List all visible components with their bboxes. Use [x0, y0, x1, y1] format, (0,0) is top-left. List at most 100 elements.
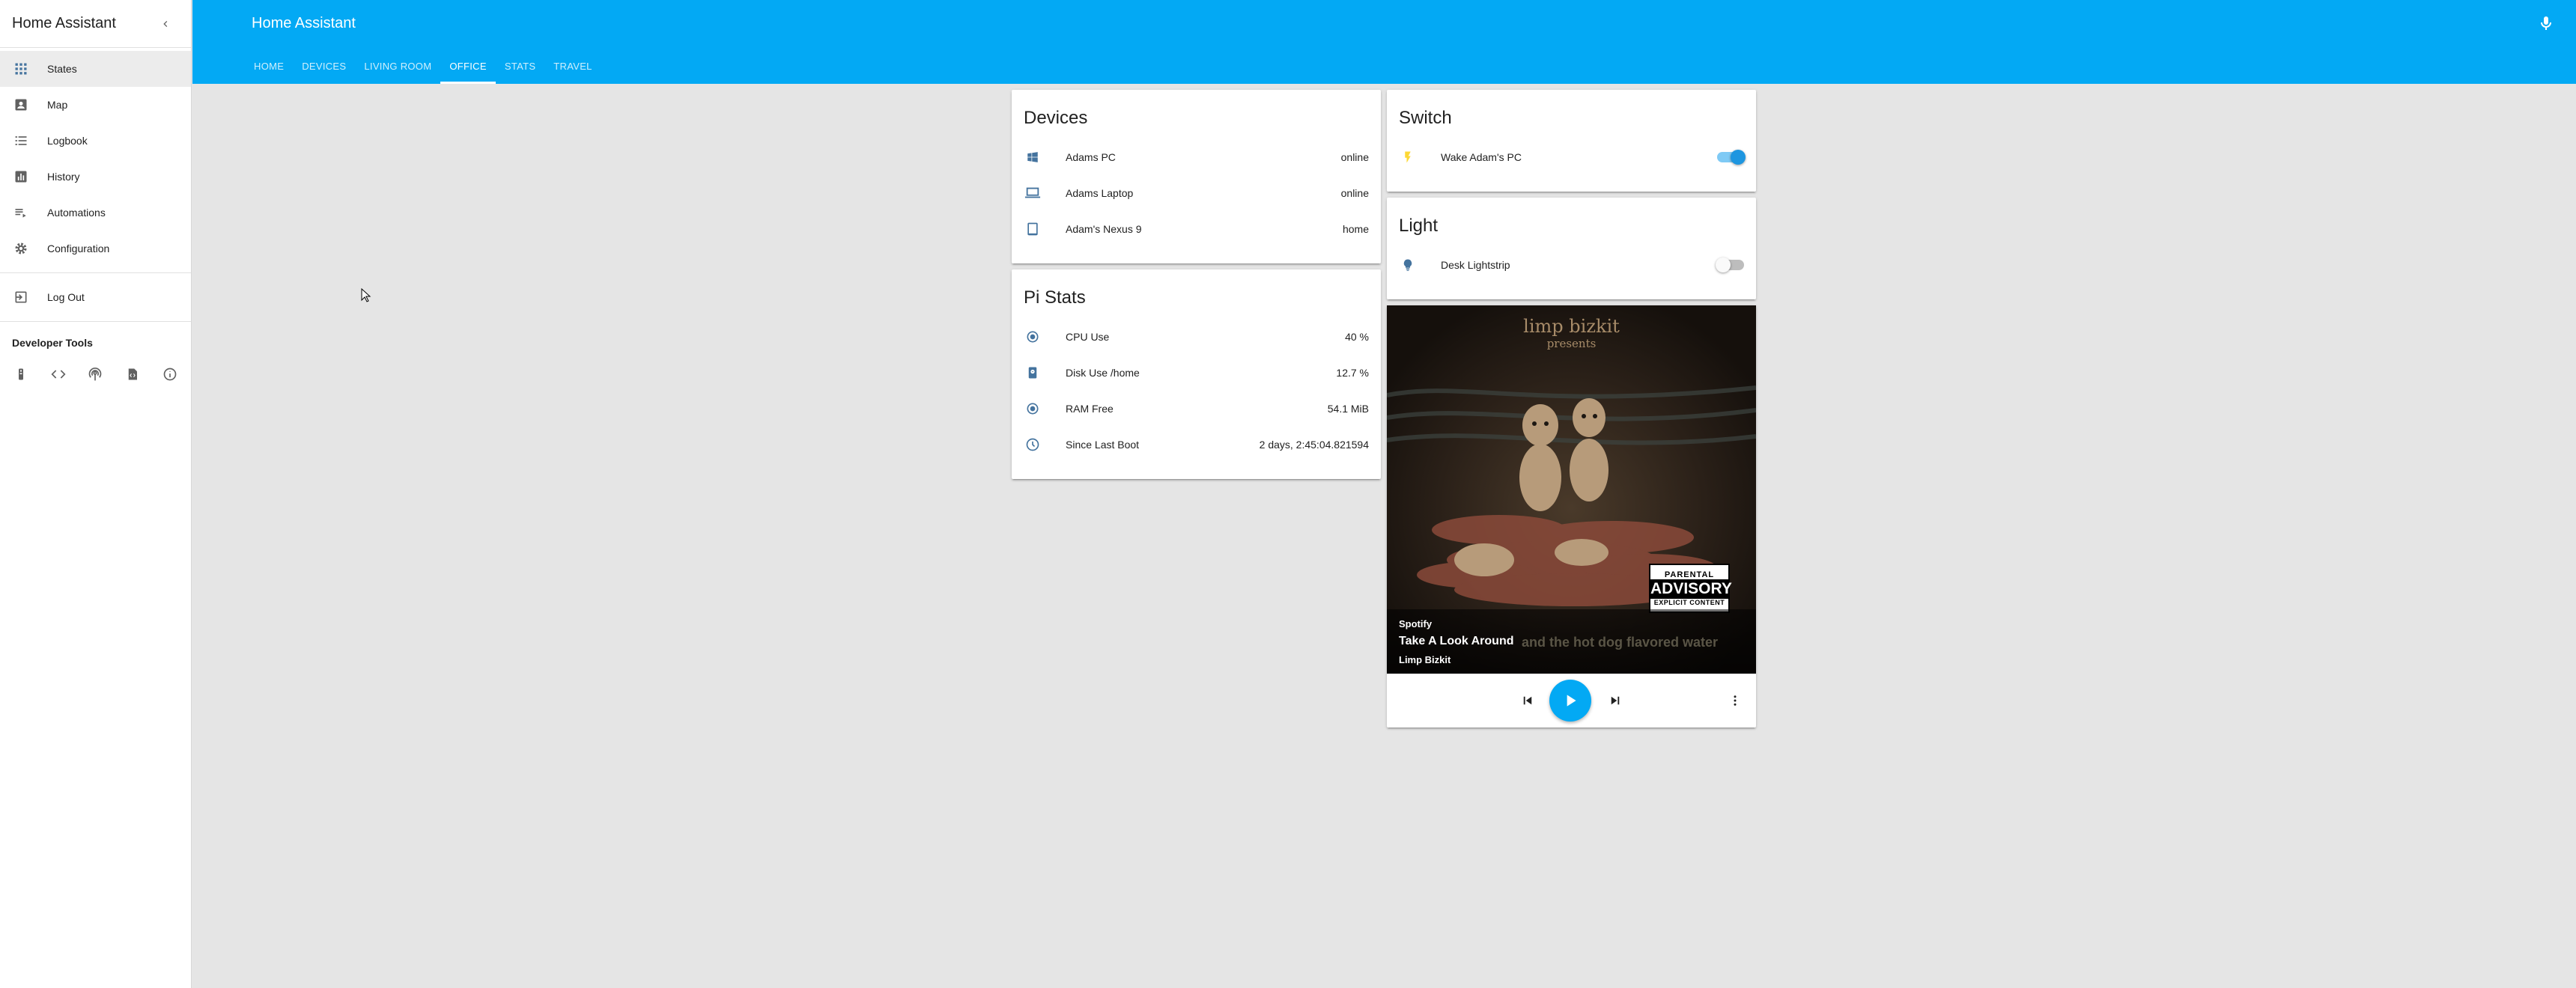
info-icon[interactable] [161, 365, 179, 383]
microphone-icon[interactable] [2537, 14, 2555, 32]
switch-card: Switch Wake Adam's PC [1387, 90, 1756, 192]
entity-name: Since Last Boot [1066, 439, 1140, 451]
mouse-cursor-icon [361, 288, 371, 302]
advisory-mid: ADVISORY [1650, 579, 1732, 599]
sidebar-item-history[interactable]: History [0, 159, 191, 195]
card-title: Pi Stats [1024, 287, 1086, 308]
media-player-card: limp bizkit presents PARENTAL ADVISORY E… [1387, 305, 1756, 728]
sidebar-item-automations[interactable]: Automations [0, 195, 191, 231]
sidebar-item-label: States [47, 63, 77, 75]
entity-row[interactable]: Adam's Nexus 9 home [1012, 211, 1381, 247]
sidebar-header: Home Assistant [0, 0, 191, 48]
desk-lightstrip-toggle[interactable] [1716, 257, 1744, 272]
sidebar-item-label: Configuration [47, 243, 110, 254]
entity-name: CPU Use [1066, 331, 1110, 343]
developer-tools-title: Developer Tools [12, 337, 93, 349]
advisory-bottom: EXPLICIT CONTENT [1653, 599, 1725, 606]
tablet-icon [1024, 220, 1042, 238]
tab-living-room[interactable]: LIVING ROOM [355, 48, 440, 84]
sidebar-item-label: Automations [47, 207, 106, 219]
sidebar-divider [0, 321, 191, 322]
card-title: Light [1399, 216, 1439, 236]
entity-state: home [1342, 223, 1369, 235]
card-title: Devices [1024, 108, 1088, 128]
entity-state: 2 days, 2:45:04.821594 [1259, 439, 1369, 451]
account-box-icon [12, 96, 30, 114]
tab-office[interactable]: OFFICE [440, 48, 496, 84]
album-title-text: and the hot dog flavored water [1522, 635, 1719, 650]
windows-icon [1024, 148, 1042, 166]
eye-icon [1024, 400, 1042, 418]
eye-icon [1024, 328, 1042, 346]
sidebar-item-map[interactable]: Map [0, 87, 191, 123]
entity-row[interactable]: Since Last Boot 2 days, 2:45:04.821594 [1012, 427, 1381, 463]
list-icon [12, 132, 30, 150]
light-card: Light Desk Lightstrip [1387, 198, 1756, 299]
media-controls [1387, 674, 1756, 728]
entity-state: online [1340, 187, 1369, 199]
entity-name: RAM Free [1066, 403, 1114, 415]
toggle-knob [1731, 150, 1746, 165]
laptop-icon [1024, 184, 1042, 202]
entity-row[interactable]: Adams Laptop online [1012, 175, 1381, 211]
wake-pc-toggle[interactable] [1717, 150, 1746, 165]
remote-icon[interactable] [12, 365, 30, 383]
chart-icon [12, 168, 30, 186]
settings-icon [12, 240, 30, 257]
view-tabs: HOME DEVICES LIVING ROOM OFFICE STATS TR… [245, 48, 601, 84]
media-title: Take A Look Around [1399, 635, 1514, 647]
harddisk-icon [1024, 364, 1042, 382]
exit-icon [12, 288, 30, 306]
lightbulb-icon [1399, 256, 1417, 274]
sidebar-item-label: History [47, 171, 80, 183]
entity-name: Wake Adam's PC [1441, 151, 1522, 163]
entity-row[interactable]: Disk Use /home 12.7 % [1012, 355, 1381, 391]
clock-icon [1024, 436, 1042, 454]
media-artist: Limp Bizkit [1399, 654, 1451, 665]
toggle-knob [1716, 257, 1731, 272]
entity-state: 54.1 MiB [1327, 403, 1369, 415]
logout-label: Log Out [47, 291, 85, 303]
radio-tower-icon[interactable] [87, 365, 105, 383]
card-title: Switch [1399, 108, 1452, 128]
entity-name: Disk Use /home [1066, 367, 1140, 379]
more-vert-icon[interactable] [1726, 692, 1744, 710]
entity-name: Adams Laptop [1066, 187, 1134, 199]
sidebar: Home Assistant States Map Logbook Histor… [0, 0, 192, 988]
sidebar-title: Home Assistant [12, 15, 116, 31]
parental-advisory-label: PARENTAL ADVISORY EXPLICIT CONTENT [1649, 564, 1732, 613]
entity-name: Desk Lightstrip [1441, 259, 1510, 271]
code-icon[interactable] [49, 365, 67, 383]
skip-previous-icon[interactable] [1519, 692, 1537, 710]
file-code-icon[interactable] [124, 365, 142, 383]
entity-state: online [1340, 151, 1369, 163]
flash-icon [1399, 148, 1417, 166]
app-header: Home Assistant HOME DEVICES LIVING ROOM … [192, 0, 2576, 84]
tab-devices[interactable]: DEVICES [293, 48, 355, 84]
playlist-play-icon [12, 204, 30, 222]
entity-state: 12.7 % [1336, 367, 1369, 379]
devices-card: Devices Adams PC online Adams Laptop onl… [1012, 90, 1381, 263]
collapse-sidebar-icon[interactable] [157, 15, 174, 33]
album-presents-text: presents [1546, 337, 1597, 350]
sidebar-item-configuration[interactable]: Configuration [0, 231, 191, 266]
tab-home[interactable]: HOME [245, 48, 293, 84]
sidebar-item-states[interactable]: States [0, 51, 191, 87]
entity-row[interactable]: RAM Free 54.1 MiB [1012, 391, 1381, 427]
skip-next-icon[interactable] [1606, 692, 1624, 710]
sidebar-item-logbook[interactable]: Logbook [0, 123, 191, 159]
developer-tools-row [0, 355, 191, 394]
entity-row: Desk Lightstrip [1387, 247, 1756, 283]
page-title: Home Assistant [252, 15, 356, 31]
entity-name: Adams PC [1066, 151, 1116, 163]
tab-travel[interactable]: TRAVEL [544, 48, 601, 84]
media-source: Spotify [1399, 618, 1433, 629]
sidebar-item-label: Logbook [47, 135, 88, 147]
sidebar-divider [0, 272, 191, 273]
logout-button[interactable]: Log Out [0, 279, 191, 315]
entity-name: Adam's Nexus 9 [1066, 223, 1142, 235]
entity-row[interactable]: Adams PC online [1012, 139, 1381, 175]
tab-stats[interactable]: STATS [496, 48, 544, 84]
play-button[interactable] [1549, 680, 1591, 722]
entity-row[interactable]: CPU Use 40 % [1012, 319, 1381, 355]
